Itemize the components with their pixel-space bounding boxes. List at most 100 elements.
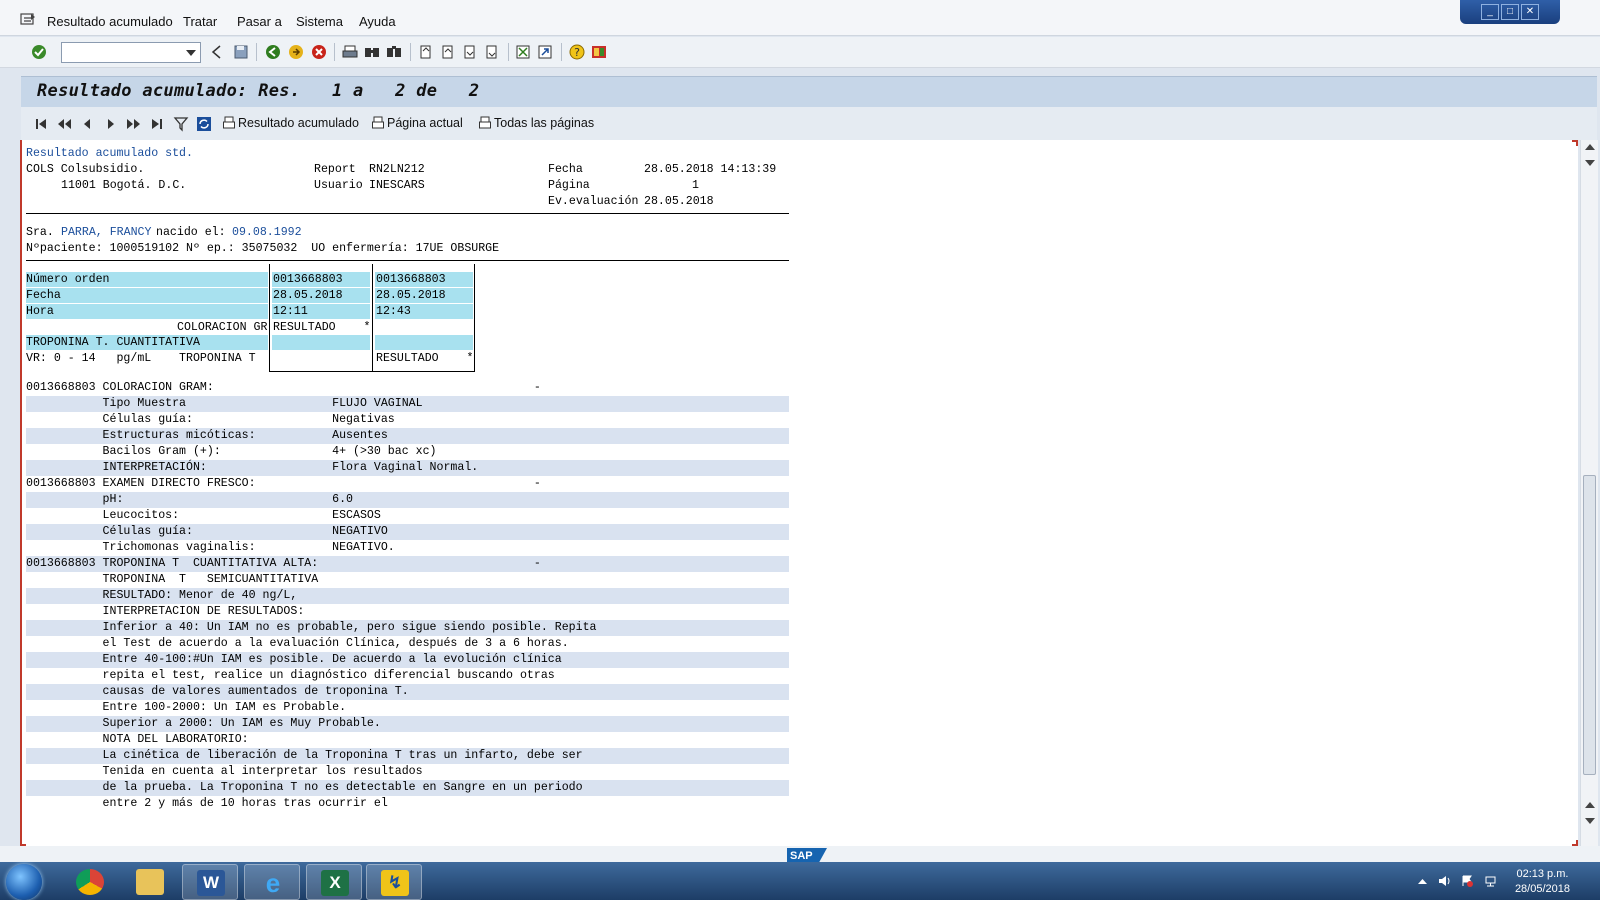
page-title: Resultado acumulado: Res. 1 a 2 de 2 [37,81,480,101]
menu-pasar-a[interactable]: Pasar a [237,14,282,29]
action-center-icon[interactable] [1461,875,1474,887]
first-icon[interactable] [33,116,49,132]
result-row-text: Inferior a 40: Un IAM no es probable, pe… [26,621,597,634]
application-toolbar: Resultado acumulado Página actual Todas … [21,107,1597,140]
excel-task[interactable]: X [306,864,362,900]
printer-icon [223,116,235,129]
window-controls: _ □ ✕ [1460,0,1560,24]
result-row: TROPONINA T SEMICUANTITATIVA [26,572,789,588]
patient-info: Nºpaciente: 1000519102 Nº ep.: 35075032 … [26,242,500,255]
col1-result: RESULTADO * [273,321,371,334]
result-row-text: NOTA DEL LABORATORIO: [26,733,249,746]
result-row-text: el Test de acuerdo a la evaluación Clíni… [26,637,569,650]
sap-logon-icon: ↯ [381,870,409,896]
previous-screen-icon[interactable] [56,116,72,132]
folder-icon [136,869,164,895]
network-icon[interactable] [1484,875,1497,887]
last-page-icon[interactable] [484,44,500,60]
minimize-icon[interactable]: _ [1481,4,1499,20]
clock[interactable]: 02:13 p.m. 28/05/2018 [1515,867,1570,897]
result-row-text: La cinética de liberación de la Troponin… [26,749,583,762]
print-icon[interactable] [342,44,358,60]
show-hidden-icons-icon[interactable] [1416,875,1429,887]
result-row-text: Tenida en cuenta al interpretar los resu… [26,765,423,778]
volume-icon[interactable] [1438,875,1451,887]
divider [26,213,789,214]
evaluacion-label: Ev.evaluación [548,195,639,208]
layout-menu-icon[interactable] [591,44,607,60]
result-row: Estructuras micóticas: Ausentes [26,428,789,444]
patient-salutation: Sra. [26,226,54,239]
chevron-down-icon[interactable] [186,50,196,56]
scroll-thumb[interactable] [1583,475,1596,775]
help-icon[interactable]: ? [569,44,585,60]
result-row: Células guía: NEGATIVO [26,524,789,540]
menu-resultado-acumulado[interactable]: Resultado acumulado [47,14,173,29]
scroll-up-icon[interactable] [1585,144,1595,150]
menu-icon[interactable] [20,13,36,26]
result-row: Tenida en cuenta al interpretar los resu… [26,764,789,780]
result-row-text: causas de valores aumentados de troponin… [26,685,409,698]
new-session-icon[interactable] [515,44,531,60]
first-page-icon[interactable] [418,44,434,60]
result-row: causas de valores aumentados de troponin… [26,684,789,700]
result-row: NOTA DEL LABORATORIO: [26,732,789,748]
result-row: el Test de acuerdo a la evaluación Clíni… [26,636,789,652]
exit-icon[interactable] [288,44,304,60]
close-icon[interactable]: ✕ [1521,4,1539,20]
maximize-icon[interactable]: □ [1501,4,1519,20]
print-current-page-button[interactable]: Página actual [372,116,463,130]
start-button[interactable] [6,864,42,900]
ie-task[interactable]: e [244,864,300,900]
sap-logon-task[interactable]: ↯ [366,864,422,900]
scroll-down-icon[interactable] [1585,818,1595,824]
refresh-icon[interactable] [196,116,212,132]
back-icon[interactable] [265,44,281,60]
col2-fecha: 28.05.2018 [376,289,446,302]
print-cumulative-button[interactable]: Resultado acumulado [223,116,359,130]
col1-hora: 12:11 [273,305,308,318]
col2-hora: 12:43 [376,305,411,318]
result-row: Entre 100-2000: Un IAM es Probable. [26,700,789,716]
find-icon[interactable] [364,44,380,60]
taskbar: W e X ↯ 02:13 p.m. 28/05/2018 [0,862,1600,900]
result-row-text: INTERPRETACIÓN: Flora Vaginal Normal. [26,461,479,474]
enter-check-icon[interactable] [31,44,47,60]
chrome-task[interactable] [62,864,118,900]
word-task[interactable]: W [182,864,238,900]
result-row: Inferior a 40: Un IAM no es probable, pe… [26,620,789,636]
last-icon[interactable] [149,116,165,132]
chrome-icon [76,869,104,895]
result-row-text: INTERPRETACION DE RESULTADOS: [26,605,305,618]
grid-label-orden: Número orden [26,273,110,286]
menu-tratar[interactable]: Tratar [183,14,217,29]
result-row-text: Células guía: NEGATIVO [26,525,388,538]
shortcut-icon[interactable] [537,44,553,60]
result-row-text: RESULTADO: Menor de 40 ng/L, [26,589,298,602]
previous-page-icon[interactable] [440,44,456,60]
next-screen-icon[interactable] [126,116,142,132]
scroll-page-down-icon[interactable] [1585,802,1595,808]
report-heading: Resultado acumulado std. [26,147,193,160]
grid-label-troponina: TROPONINA T. CUANTITATIVA [26,336,200,349]
grid-label-fecha: Fecha [26,289,61,302]
next-page-icon[interactable] [462,44,478,60]
menu-ayuda[interactable]: Ayuda [359,14,396,29]
print-all-pages-button[interactable]: Todas las páginas [479,116,594,130]
report-label: Report [314,163,356,176]
back-arrow-icon[interactable] [209,44,225,60]
scroll-page-up-icon[interactable] [1585,160,1595,166]
patient-born-value: 09.08.1992 [232,226,302,239]
find-next-icon[interactable] [386,44,402,60]
filter-icon[interactable] [173,116,189,132]
result-row-text: Tipo Muestra FLUJO VAGINAL [26,397,423,410]
explorer-task[interactable] [122,864,178,900]
command-field[interactable] [61,42,201,63]
menu-sistema[interactable]: Sistema [296,14,343,29]
save-icon[interactable] [233,44,249,60]
next-icon[interactable] [103,116,119,132]
vertical-scrollbar[interactable] [1580,140,1598,846]
previous-icon[interactable] [79,116,95,132]
cancel-icon[interactable] [311,44,327,60]
result-row: RESULTADO: Menor de 40 ng/L, [26,588,789,604]
